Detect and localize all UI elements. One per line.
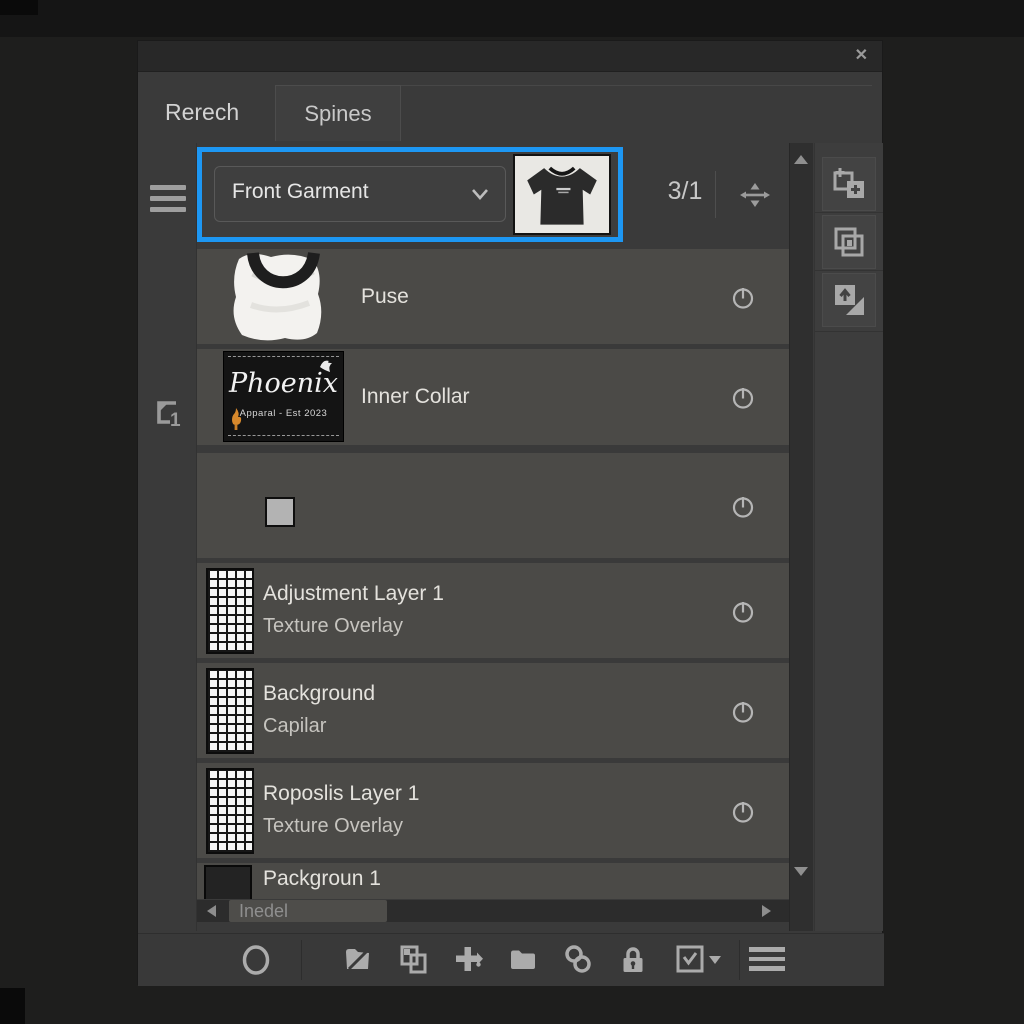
lock-icon[interactable]	[619, 944, 647, 976]
rail-divider	[815, 270, 883, 271]
garment-header-row: Front Garment 3/1	[197, 147, 789, 242]
background-artifact	[0, 988, 25, 1024]
fill-settings-icon[interactable]	[675, 944, 705, 974]
close-icon[interactable]: ✕	[855, 45, 868, 65]
page-indicator: 3/1	[645, 177, 725, 206]
hscrollbar-thumb[interactable]: Inedel	[229, 900, 387, 922]
add-layer-icon	[830, 165, 868, 203]
scroll-down-icon[interactable]	[794, 867, 808, 876]
pin-tool-icon[interactable]	[453, 944, 485, 974]
duplicate-layer-icon	[830, 223, 868, 261]
layer-row-puse[interactable]: Puse	[197, 249, 789, 344]
stitch-line	[228, 435, 339, 436]
phoenix-label-thumbnail: Phoenix Apparal - Est 2023	[223, 351, 344, 442]
dark-thumbnail	[204, 865, 252, 899]
panel-titlebar[interactable]: ✕	[138, 41, 882, 72]
tab-strip: Rerech Spines	[138, 83, 882, 141]
layer-name: Puse	[361, 285, 409, 309]
panel-menu-icon[interactable]	[150, 185, 186, 218]
color-swatch-thumbnail	[265, 497, 295, 527]
bottom-toolbar	[138, 933, 884, 986]
scroll-right-icon[interactable]	[762, 905, 771, 917]
collar-thumbnail	[223, 249, 343, 344]
bird-icon	[319, 358, 335, 374]
flame-icon	[230, 408, 243, 430]
header-divider	[715, 171, 716, 218]
tabstrip-divider	[401, 85, 872, 86]
chevron-down-icon	[471, 187, 489, 201]
layer-row-inner-collar[interactable]: Phoenix Apparal - Est 2023 Inner Collar	[197, 349, 789, 445]
horizontal-scrollbar[interactable]: Inedel	[197, 900, 789, 922]
clipping-mask-icon[interactable]	[343, 944, 373, 974]
visibility-toggle-icon[interactable]	[730, 798, 756, 824]
layer-name: Background	[263, 677, 375, 710]
merge-layer-icon	[830, 281, 868, 319]
merge-layer-button[interactable]	[822, 273, 876, 327]
right-rail	[814, 143, 883, 931]
scroll-left-icon[interactable]	[207, 905, 216, 917]
background-top-strip	[0, 0, 1024, 37]
smart-object-icon[interactable]: 1	[149, 395, 185, 431]
layer-name: Packgroun 1	[263, 867, 381, 891]
stitch-line	[228, 356, 339, 357]
desktop-background: ✕ Rerech Spines 1 Front Garment	[0, 0, 1024, 1024]
layer-row-adjustment[interactable]: Adjustment Layer 1 Texture Overlay	[197, 563, 789, 658]
selected-garment-box[interactable]: Front Garment	[197, 147, 623, 242]
layer-row-packgroun[interactable]: Packgroun 1	[197, 863, 789, 899]
layer-name: Roposlis Layer 1	[263, 777, 419, 810]
ellipse-tool-icon[interactable]	[241, 944, 271, 976]
layer-row-empty[interactable]	[197, 453, 789, 558]
layer-name: Adjustment Layer 1	[263, 577, 444, 610]
visibility-toggle-icon[interactable]	[730, 284, 756, 310]
toolbar-divider	[301, 940, 302, 980]
reorder-icon[interactable]	[738, 178, 772, 212]
layer-name: Inner Collar	[361, 385, 470, 409]
add-layer-button[interactable]	[822, 157, 876, 211]
link-layers-icon[interactable]	[563, 944, 593, 976]
duplicate-layer-button[interactable]	[822, 215, 876, 269]
hscrollbar-thumb-label: Inedel	[239, 901, 288, 921]
texture-grid-thumbnail	[206, 668, 254, 754]
texture-grid-thumbnail	[206, 768, 254, 854]
toolbar-menu-icon[interactable]	[749, 947, 785, 971]
layer-row-roposlis[interactable]: Roposlis Layer 1 Texture Overlay	[197, 763, 789, 858]
layer-subtitle: Texture Overlay	[263, 610, 444, 643]
layer-list: Front Garment 3/1	[197, 143, 789, 931]
toolbar-divider	[739, 940, 740, 980]
garment-thumbnail[interactable]	[513, 154, 611, 235]
layers-panel: ✕ Rerech Spines 1 Front Garment	[137, 40, 883, 985]
tab-rerech[interactable]: Rerech	[165, 83, 239, 141]
garment-dropdown[interactable]: Front Garment	[214, 166, 506, 222]
tab-spines[interactable]: Spines	[275, 85, 401, 141]
svg-text:1: 1	[170, 410, 181, 431]
visibility-toggle-icon[interactable]	[730, 493, 756, 519]
tshirt-image	[515, 156, 609, 233]
scroll-up-icon[interactable]	[794, 155, 808, 164]
left-rail: 1	[138, 143, 197, 931]
new-group-folder-icon[interactable]	[508, 944, 538, 974]
visibility-toggle-icon[interactable]	[730, 384, 756, 410]
rail-divider	[815, 331, 883, 332]
garment-dropdown-value: Front Garment	[232, 180, 369, 204]
texture-grid-thumbnail	[206, 568, 254, 654]
rail-divider	[815, 212, 883, 213]
visibility-toggle-icon[interactable]	[730, 698, 756, 724]
copy-layer-icon[interactable]	[398, 944, 430, 976]
vertical-scrollbar[interactable]	[789, 143, 813, 931]
layer-subtitle: Capilar	[263, 710, 375, 743]
visibility-toggle-icon[interactable]	[730, 598, 756, 624]
layer-row-background[interactable]: Background Capilar	[197, 663, 789, 758]
dropdown-arrow-icon[interactable]	[709, 956, 721, 964]
background-artifact	[0, 0, 38, 15]
layer-subtitle: Texture Overlay	[263, 810, 419, 843]
